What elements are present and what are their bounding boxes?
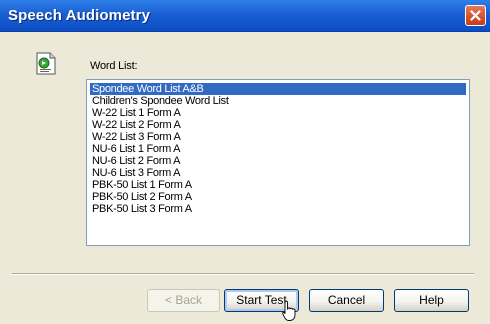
list-item[interactable]: NU-6 List 2 Form A (90, 155, 180, 167)
list-item[interactable]: Spondee Word List A&B (90, 83, 466, 95)
help-button[interactable]: Help (394, 289, 469, 312)
close-button[interactable] (465, 5, 486, 26)
speech-doc-icon (36, 52, 56, 75)
close-icon (470, 10, 481, 21)
word-list-listbox[interactable]: Spondee Word List A&B Children's Spondee… (86, 79, 470, 246)
back-button[interactable]: < Back (147, 289, 220, 312)
dialog-separator (12, 273, 474, 275)
list-item[interactable]: PBK-50 List 1 Form A (90, 179, 192, 191)
list-item[interactable]: W-22 List 1 Form A (90, 107, 181, 119)
list-item[interactable]: NU-6 List 1 Form A (90, 143, 180, 155)
list-item[interactable]: NU-6 List 3 Form A (90, 167, 180, 179)
window-title: Speech Audiometry (8, 7, 151, 24)
list-item[interactable]: PBK-50 List 3 Form A (90, 203, 192, 215)
word-list-label: Word List: (90, 60, 138, 72)
list-item[interactable]: W-22 List 3 Form A (90, 131, 181, 143)
title-bar[interactable]: Speech Audiometry (0, 0, 490, 32)
cancel-button[interactable]: Cancel (309, 289, 384, 312)
list-item[interactable]: PBK-50 List 2 Form A (90, 191, 192, 203)
hand-cursor-icon (282, 300, 296, 321)
list-item[interactable]: W-22 List 2 Form A (90, 119, 181, 131)
list-item[interactable]: Children's Spondee Word List (90, 95, 229, 107)
